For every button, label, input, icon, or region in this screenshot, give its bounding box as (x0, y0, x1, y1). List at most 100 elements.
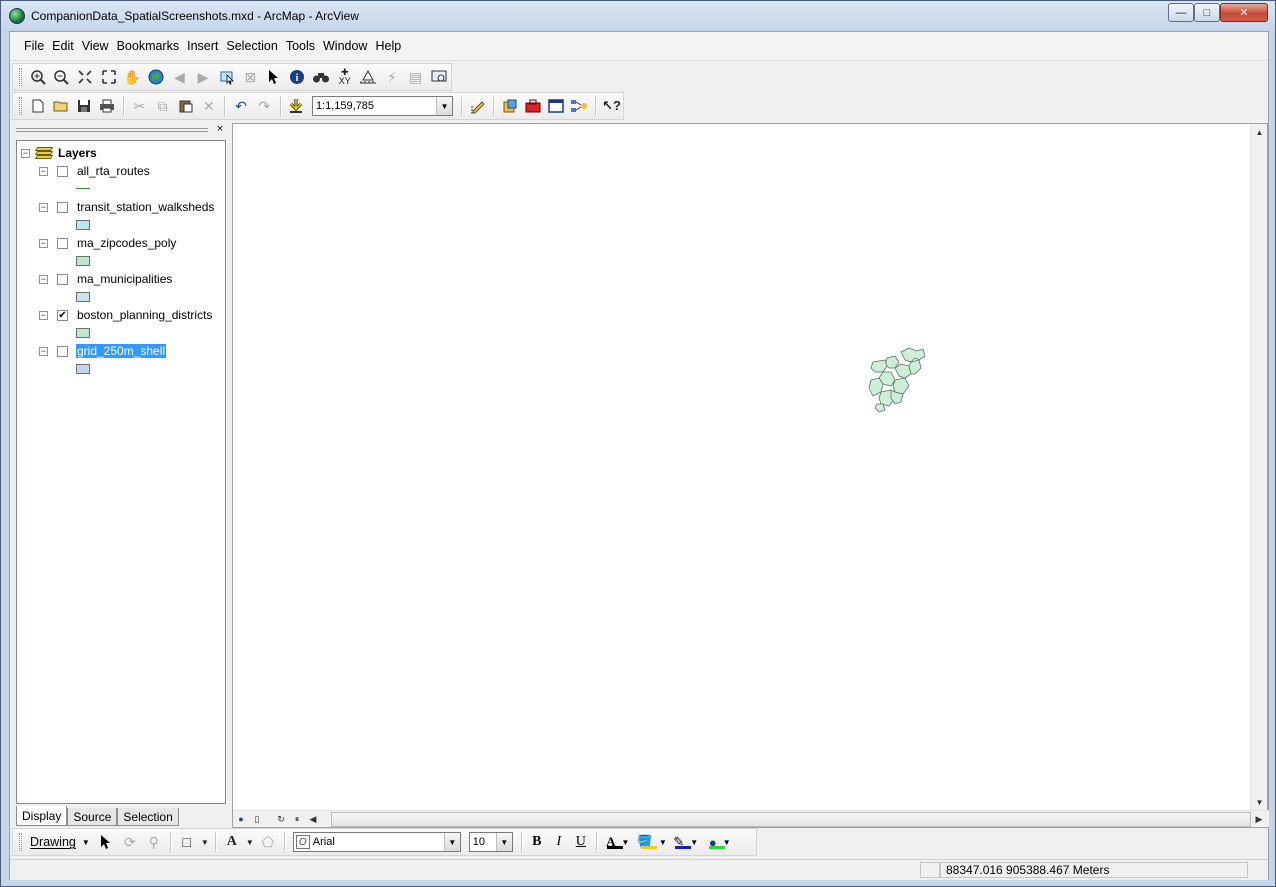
zoom-out-icon[interactable] (50, 66, 74, 88)
menu-window[interactable]: Window (319, 39, 371, 53)
layer-name[interactable]: transit_station_walksheds (76, 200, 215, 214)
arctoolbox-icon[interactable] (521, 95, 544, 117)
toc-layer[interactable]: − grid_250m_shell (39, 343, 224, 379)
identify-icon[interactable]: i (286, 66, 310, 88)
redo-icon[interactable]: ↷ (253, 95, 276, 117)
modelbuilder-icon[interactable] (568, 95, 591, 117)
map-vertical-scrollbar[interactable]: ▲ ▼ (1250, 124, 1267, 811)
copy-icon[interactable]: ⧉ (151, 95, 174, 117)
chevron-down-icon[interactable]: ▼ (690, 838, 698, 847)
refresh-icon[interactable]: ↻ (273, 812, 289, 827)
editor-toolbar-icon[interactable] (466, 95, 489, 117)
layer-visibility-checkbox[interactable] (57, 273, 68, 285)
toc-layer[interactable]: − ✔ boston_planning_districts (39, 307, 224, 343)
print-icon[interactable] (96, 95, 119, 117)
font-size-value[interactable]: 10 (470, 836, 496, 848)
toolbar-grip[interactable] (19, 833, 22, 851)
fixed-zoom-out-icon[interactable] (97, 66, 121, 88)
chevron-down-icon[interactable]: ▼ (82, 838, 90, 847)
italic-button[interactable]: I (548, 834, 570, 850)
layer-name[interactable]: boston_planning_districts (76, 308, 213, 322)
menu-insert[interactable]: Insert (183, 39, 222, 53)
layer-visibility-checkbox[interactable]: ✔ (57, 309, 68, 321)
map-scale-value[interactable]: 1:1,159,785 (313, 100, 436, 112)
map-display[interactable]: ▲ ▼ ● ▯ ↻ ⏸ ◀ ▶ (232, 123, 1269, 828)
text-icon[interactable]: A (220, 831, 244, 853)
pause-drawing-icon[interactable]: ⏸ (289, 812, 305, 827)
rotate-icon[interactable]: ⟳ (118, 831, 142, 853)
paste-icon[interactable] (174, 95, 197, 117)
clear-selection-icon[interactable]: ⊠ (238, 66, 262, 88)
layout-view-icon[interactable]: ▯ (249, 812, 265, 827)
maximize-button[interactable]: □ (1194, 3, 1220, 22)
layer-name[interactable]: all_rta_routes (76, 164, 151, 178)
collapse-icon[interactable]: − (21, 148, 30, 158)
open-icon[interactable] (49, 95, 72, 117)
map-scale-combobox[interactable]: 1:1,159,785 ▼ (311, 96, 454, 116)
menu-selection[interactable]: Selection (222, 39, 281, 53)
collapse-icon[interactable]: − (39, 310, 48, 320)
layer-symbol-fill[interactable] (76, 292, 90, 302)
boston-planning-districts-feature[interactable] (865, 346, 929, 417)
fill-color-button[interactable]: 🪣 ▼ (635, 834, 669, 850)
toc-grip[interactable] (16, 128, 208, 132)
collapse-icon[interactable]: − (39, 166, 48, 176)
undo-icon[interactable]: ↶ (229, 95, 252, 117)
chevron-down-icon[interactable]: ▼ (659, 838, 667, 847)
chevron-down-icon[interactable]: ▼ (495, 833, 512, 851)
collapse-icon[interactable]: − (39, 274, 48, 284)
layer-visibility-checkbox[interactable] (57, 345, 68, 357)
arccatalog-icon[interactable] (498, 95, 521, 117)
scroll-right-icon[interactable]: ▶ (1251, 812, 1267, 827)
layer-symbol-fill[interactable] (76, 220, 90, 230)
layer-visibility-checkbox[interactable] (57, 165, 68, 177)
select-features-icon[interactable] (215, 66, 239, 88)
select-elements-icon[interactable] (262, 66, 286, 88)
tab-source[interactable]: Source (67, 808, 118, 826)
fixed-zoom-in-icon[interactable] (73, 66, 97, 88)
find-icon[interactable] (309, 66, 333, 88)
forward-icon[interactable]: ▶ (191, 66, 215, 88)
minimize-button[interactable]: — (1168, 3, 1194, 22)
pan-icon[interactable]: ✋ (120, 66, 144, 88)
layer-visibility-checkbox[interactable] (57, 201, 68, 213)
font-size-combobox[interactable]: 10 ▼ (468, 832, 513, 852)
layer-symbol-line[interactable] (76, 188, 90, 189)
add-data-icon[interactable] (285, 95, 308, 117)
menu-edit[interactable]: Edit (48, 39, 78, 53)
cut-icon[interactable]: ✂ (128, 95, 151, 117)
drawing-menu[interactable]: Drawing ▼ (26, 835, 94, 849)
map-horizontal-scrollbar[interactable] (331, 811, 1251, 827)
toc-root-label[interactable]: Layers (58, 146, 97, 160)
full-extent-icon[interactable] (144, 66, 168, 88)
hyperlink-icon[interactable]: ⚡ (380, 66, 404, 88)
bold-button[interactable]: B (526, 834, 548, 850)
toolbar-grip[interactable] (19, 68, 22, 86)
data-view-icon[interactable]: ● (233, 812, 249, 827)
new-icon[interactable] (26, 95, 49, 117)
menu-file[interactable]: File (20, 39, 48, 53)
go-to-xy-icon[interactable]: ✚ XY (333, 66, 357, 88)
toc-layer[interactable]: − ma_zipcodes_poly (39, 235, 224, 271)
edit-vertices-icon[interactable]: ⬠ (256, 831, 280, 853)
toolbar-grip[interactable] (19, 97, 22, 115)
font-name-combobox[interactable]: O Arial ▼ (292, 832, 461, 852)
zoom-in-icon[interactable] (26, 66, 50, 88)
chevron-down-icon[interactable]: ▼ (244, 831, 256, 853)
toc-layer[interactable]: − transit_station_walksheds (39, 199, 224, 235)
menu-tools[interactable]: Tools (282, 39, 319, 53)
close-button[interactable]: ✕ (1220, 3, 1268, 22)
delete-icon[interactable]: ✕ (197, 95, 220, 117)
time-slider-icon[interactable] (427, 66, 451, 88)
toc-close-icon[interactable]: × (214, 124, 226, 136)
html-popup-icon[interactable]: ▤ (404, 66, 428, 88)
underline-button[interactable]: U (570, 834, 592, 850)
marker-color-button[interactable]: ● ▼ (703, 835, 737, 850)
collapse-icon[interactable]: − (39, 238, 48, 248)
layer-name[interactable]: ma_zipcodes_poly (76, 236, 177, 250)
layer-symbol-fill[interactable] (76, 256, 90, 266)
measure-icon[interactable] (357, 66, 381, 88)
layer-name[interactable]: grid_250m_shell (76, 344, 167, 358)
select-elements-icon[interactable] (94, 831, 118, 853)
scroll-left-icon[interactable]: ◀ (305, 812, 321, 827)
